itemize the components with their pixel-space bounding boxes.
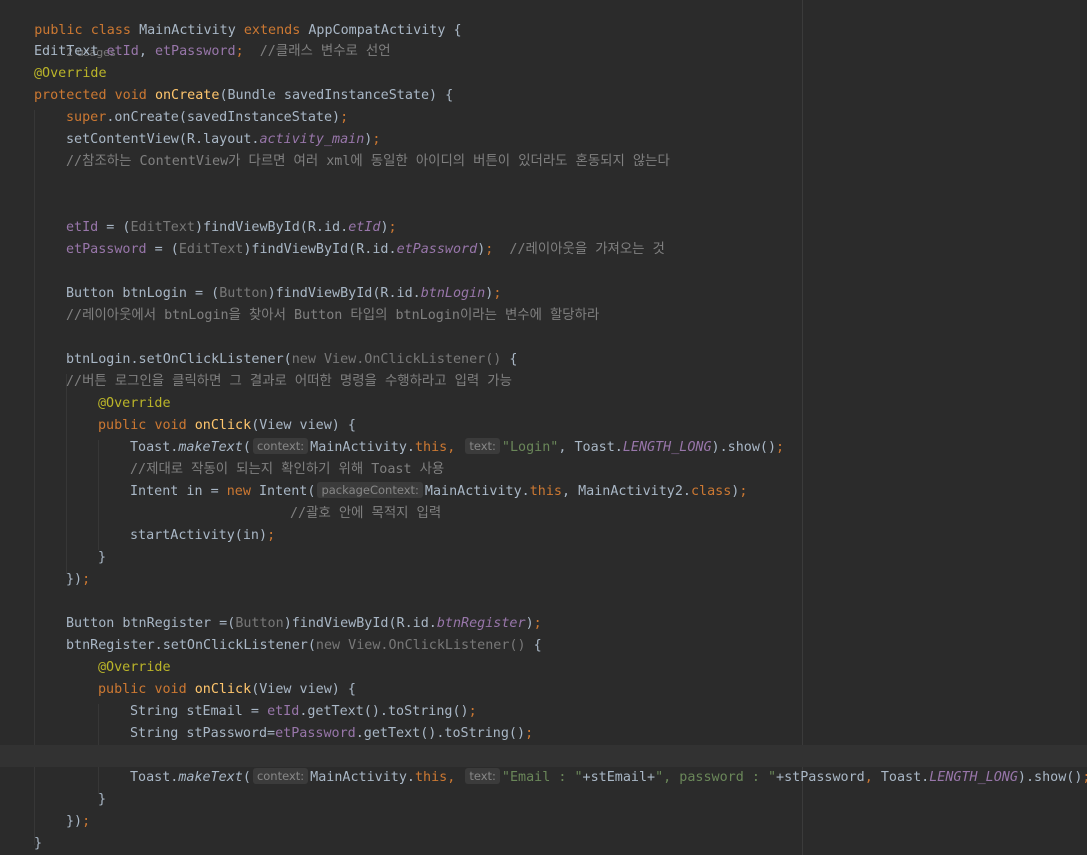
usages-hint[interactable]: 2 usages [34, 20, 115, 59]
code-line[interactable]: } [34, 833, 42, 855]
code-line[interactable]: } [98, 789, 106, 811]
code-line[interactable]: Intent in = new Intent(packageContext: Ma… [130, 481, 747, 503]
code-line[interactable]: public class MainActivity extends AppCom… [2, 0, 461, 38]
code-line[interactable]: Toast.makeText(context: MainActivity.this… [130, 767, 1087, 789]
code-line[interactable]: //참조하는 ContentView가 다르면 여러 xml에 동일한 아이디의… [66, 151, 670, 173]
code-line[interactable]: protected void onCreate(Bundle savedInst… [34, 85, 453, 107]
parameter-hint: text: [465, 768, 500, 784]
code-line[interactable]: //괄호 안에 목적지 입력 [290, 503, 441, 525]
code-line[interactable]: etId = (EditText)findViewById(R.id.etId)… [66, 217, 397, 239]
code-line[interactable]: @Override [34, 63, 107, 85]
code-line[interactable]: @Override [98, 657, 171, 679]
code-line[interactable]: super.onCreate(savedInstanceState); [66, 107, 348, 129]
code-line[interactable]: //레이아웃에서 btnLogin을 찾아서 Button 타입의 btnLog… [66, 305, 599, 327]
parameter-hint: packageContext: [317, 482, 423, 498]
code-line[interactable]: startActivity(in); [130, 525, 275, 547]
code-line[interactable]: }); [66, 811, 90, 833]
code-line[interactable]: }); [66, 569, 90, 591]
code-line[interactable]: Button btnLogin = (Button)findViewById(R… [66, 283, 501, 305]
current-line-highlight [0, 745, 1087, 767]
code-line[interactable]: String stPassword=etPassword.getText().t… [130, 723, 533, 745]
parameter-hint: text: [465, 438, 500, 454]
code-line[interactable]: setContentView(R.layout.activity_main); [66, 129, 380, 151]
code-line[interactable]: String stEmail = etId.getText().toString… [130, 701, 477, 723]
parameter-hint: context: [252, 768, 309, 784]
code-line[interactable]: //버튼 로그인을 클릭하면 그 결과로 어떠한 명령을 수행하라고 입력 가능 [66, 371, 512, 393]
indent-guide [66, 374, 67, 574]
code-line[interactable]: @Override [98, 393, 171, 415]
code-line[interactable]: Toast.makeText(context: MainActivity.this… [130, 437, 784, 459]
code-line[interactable]: public void onClick(View view) { [98, 679, 356, 701]
indent-guide [98, 440, 99, 550]
code-line[interactable]: EditText etId, etPassword; //클래스 변수로 선언 [34, 41, 391, 63]
code-line[interactable]: etPassword = (EditText)findViewById(R.id… [66, 239, 665, 261]
right-margin-guide [802, 0, 803, 855]
code-line[interactable]: //제대로 작동이 되는지 확인하기 위해 Toast 사용 [130, 459, 444, 481]
parameter-hint: context: [252, 438, 309, 454]
code-line[interactable]: } [98, 547, 106, 569]
code-editor[interactable]: public class MainActivity extends AppCom… [0, 0, 1087, 855]
code-line[interactable]: btnRegister.setOnClickListener(new View.… [66, 635, 542, 657]
code-line[interactable]: Button btnRegister =(Button)findViewById… [66, 613, 542, 635]
code-line[interactable]: btnLogin.setOnClickListener(new View.OnC… [66, 349, 517, 371]
indent-guide [34, 110, 35, 845]
code-line[interactable]: public void onClick(View view) { [98, 415, 356, 437]
